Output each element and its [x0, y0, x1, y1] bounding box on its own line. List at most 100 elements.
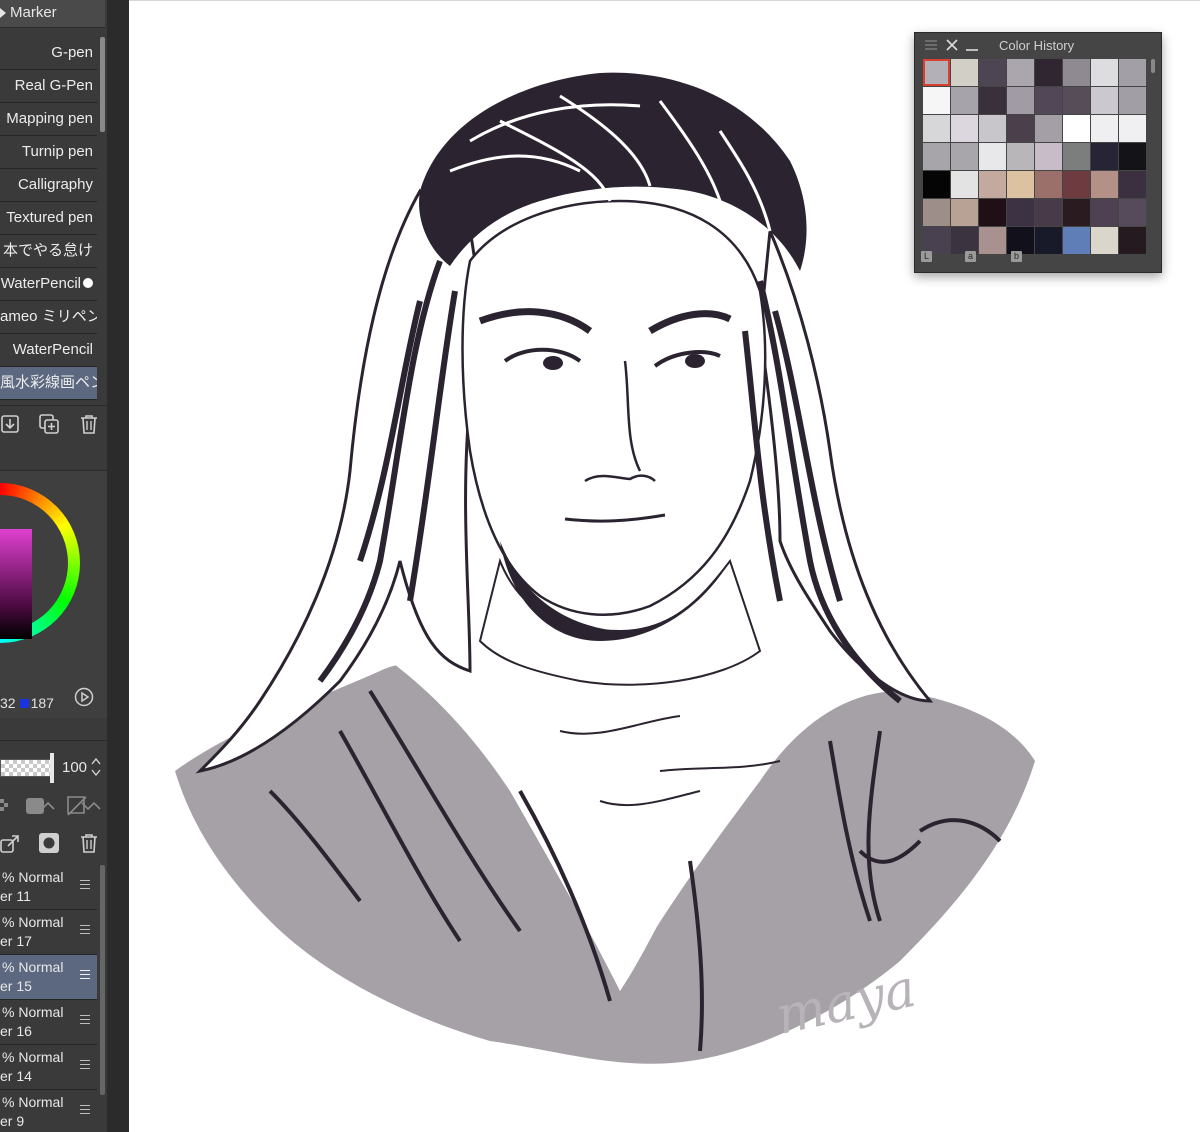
- color-swatch[interactable]: [979, 227, 1006, 254]
- layer-row[interactable]: % Normal er 9: [0, 1090, 97, 1132]
- lab-l-icon[interactable]: L: [921, 251, 932, 262]
- color-swatch[interactable]: [1007, 227, 1034, 254]
- brush-item[interactable]: WaterPencil: [0, 334, 97, 367]
- opacity-value[interactable]: 100: [62, 759, 87, 776]
- trash-icon[interactable]: [78, 413, 100, 435]
- download-icon[interactable]: [0, 413, 22, 435]
- brush-list-scrollbar[interactable]: [100, 37, 105, 132]
- brush-group-header[interactable]: Marker: [0, 0, 105, 28]
- brush-item[interactable]: Textured pen: [0, 202, 97, 235]
- lock-transparency-icon[interactable]: [24, 795, 58, 817]
- color-swatch[interactable]: [1035, 227, 1062, 254]
- opacity-slider[interactable]: [0, 759, 54, 777]
- color-swatch[interactable]: [1035, 143, 1062, 170]
- color-swatch[interactable]: [1007, 87, 1034, 114]
- color-swatch[interactable]: [1063, 227, 1090, 254]
- hamburger-icon[interactable]: [80, 1015, 90, 1024]
- brush-item[interactable]: Calligraphy: [0, 169, 97, 202]
- color-swatch[interactable]: [923, 115, 950, 142]
- brush-item[interactable]: WaterPencil: [0, 268, 97, 301]
- color-swatch[interactable]: [951, 115, 978, 142]
- color-swatch[interactable]: [1091, 59, 1118, 86]
- mask-icon[interactable]: [38, 832, 60, 854]
- color-swatch[interactable]: [1063, 143, 1090, 170]
- color-swatch[interactable]: [1007, 115, 1034, 142]
- color-swatch[interactable]: [951, 143, 978, 170]
- lab-b-icon[interactable]: b: [1011, 251, 1022, 262]
- color-swatch[interactable]: [1035, 171, 1062, 198]
- duplicate-icon[interactable]: [38, 413, 60, 435]
- color-swatch[interactable]: [1007, 59, 1034, 86]
- color-swatch[interactable]: [1091, 143, 1118, 170]
- minimize-icon[interactable]: [966, 39, 978, 51]
- layer-row[interactable]: % Normal er 17: [0, 910, 97, 955]
- color-swatch[interactable]: [1035, 115, 1062, 142]
- copy-layer-icon[interactable]: [0, 832, 22, 854]
- color-swatch[interactable]: [923, 87, 950, 114]
- brush-item-selected[interactable]: 風水彩線画ペン: [0, 367, 97, 400]
- color-swatch[interactable]: [1119, 227, 1146, 254]
- opacity-stepper[interactable]: [91, 757, 101, 779]
- color-swatch[interactable]: [951, 171, 978, 198]
- palette-titlebar[interactable]: Color History: [915, 33, 1161, 57]
- color-swatch[interactable]: [923, 171, 950, 198]
- color-swatch[interactable]: [979, 143, 1006, 170]
- color-swatch[interactable]: [1007, 171, 1034, 198]
- color-swatch[interactable]: [923, 199, 950, 226]
- brush-item[interactable]: G-pen: [0, 37, 97, 70]
- checker-icon[interactable]: [0, 795, 22, 817]
- brush-item[interactable]: Real G-Pen: [0, 70, 97, 103]
- color-swatch[interactable]: [1007, 143, 1034, 170]
- color-swatch[interactable]: [1063, 87, 1090, 114]
- saturation-value-square[interactable]: [0, 529, 32, 639]
- color-swatch[interactable]: [1063, 171, 1090, 198]
- layer-row-selected[interactable]: % Normal er 15: [0, 955, 97, 1000]
- layer-row[interactable]: % Normal er 11: [0, 865, 97, 910]
- color-swatch[interactable]: [923, 227, 950, 254]
- brush-item[interactable]: 本でやる怠け: [0, 235, 97, 268]
- lab-a-icon[interactable]: a: [965, 251, 976, 262]
- color-swatch[interactable]: [1091, 199, 1118, 226]
- color-swatch[interactable]: [1091, 171, 1118, 198]
- color-swatch[interactable]: [1035, 199, 1062, 226]
- color-swatch[interactable]: [979, 171, 1006, 198]
- color-swatch[interactable]: [1119, 87, 1146, 114]
- color-swatch[interactable]: [923, 143, 950, 170]
- brush-item[interactable]: Mapping pen: [0, 103, 97, 136]
- hamburger-icon[interactable]: [925, 40, 937, 50]
- brush-item[interactable]: Turnip pen: [0, 136, 97, 169]
- layer-row[interactable]: % Normal er 14: [0, 1045, 97, 1090]
- color-swatch[interactable]: [979, 87, 1006, 114]
- color-swatch[interactable]: [951, 227, 978, 254]
- color-swatch[interactable]: [1091, 87, 1118, 114]
- color-swatch[interactable]: [1119, 59, 1146, 86]
- color-swatch[interactable]: [1119, 143, 1146, 170]
- palette-scrollbar[interactable]: [1151, 59, 1155, 73]
- color-swatch[interactable]: [951, 87, 978, 114]
- layer-row[interactable]: % Normal er 16: [0, 1000, 97, 1045]
- clip-icon[interactable]: [66, 795, 102, 817]
- color-history-palette[interactable]: Color History L a b: [914, 32, 1162, 273]
- play-icon[interactable]: [74, 687, 94, 707]
- color-swatch[interactable]: [1007, 199, 1034, 226]
- hamburger-icon[interactable]: [80, 970, 90, 979]
- color-swatch[interactable]: [1119, 199, 1146, 226]
- hamburger-icon[interactable]: [80, 1105, 90, 1114]
- color-swatch[interactable]: [979, 115, 1006, 142]
- collapse-triangle-icon[interactable]: [0, 8, 6, 18]
- color-swatch[interactable]: [951, 199, 978, 226]
- color-swatch[interactable]: [923, 59, 950, 86]
- brush-item[interactable]: ameo ミリペン: [0, 301, 97, 334]
- trash-icon[interactable]: [78, 832, 100, 854]
- color-swatch[interactable]: [979, 199, 1006, 226]
- color-swatch[interactable]: [1063, 199, 1090, 226]
- hamburger-icon[interactable]: [80, 1060, 90, 1069]
- hamburger-icon[interactable]: [80, 880, 90, 889]
- chevron-updown-icon[interactable]: [91, 757, 101, 777]
- color-swatch[interactable]: [1035, 87, 1062, 114]
- color-swatch[interactable]: [1119, 115, 1146, 142]
- hamburger-icon[interactable]: [80, 925, 90, 934]
- layer-list-scrollbar[interactable]: [100, 865, 105, 1095]
- close-icon[interactable]: [946, 39, 958, 51]
- color-swatch[interactable]: [1091, 227, 1118, 254]
